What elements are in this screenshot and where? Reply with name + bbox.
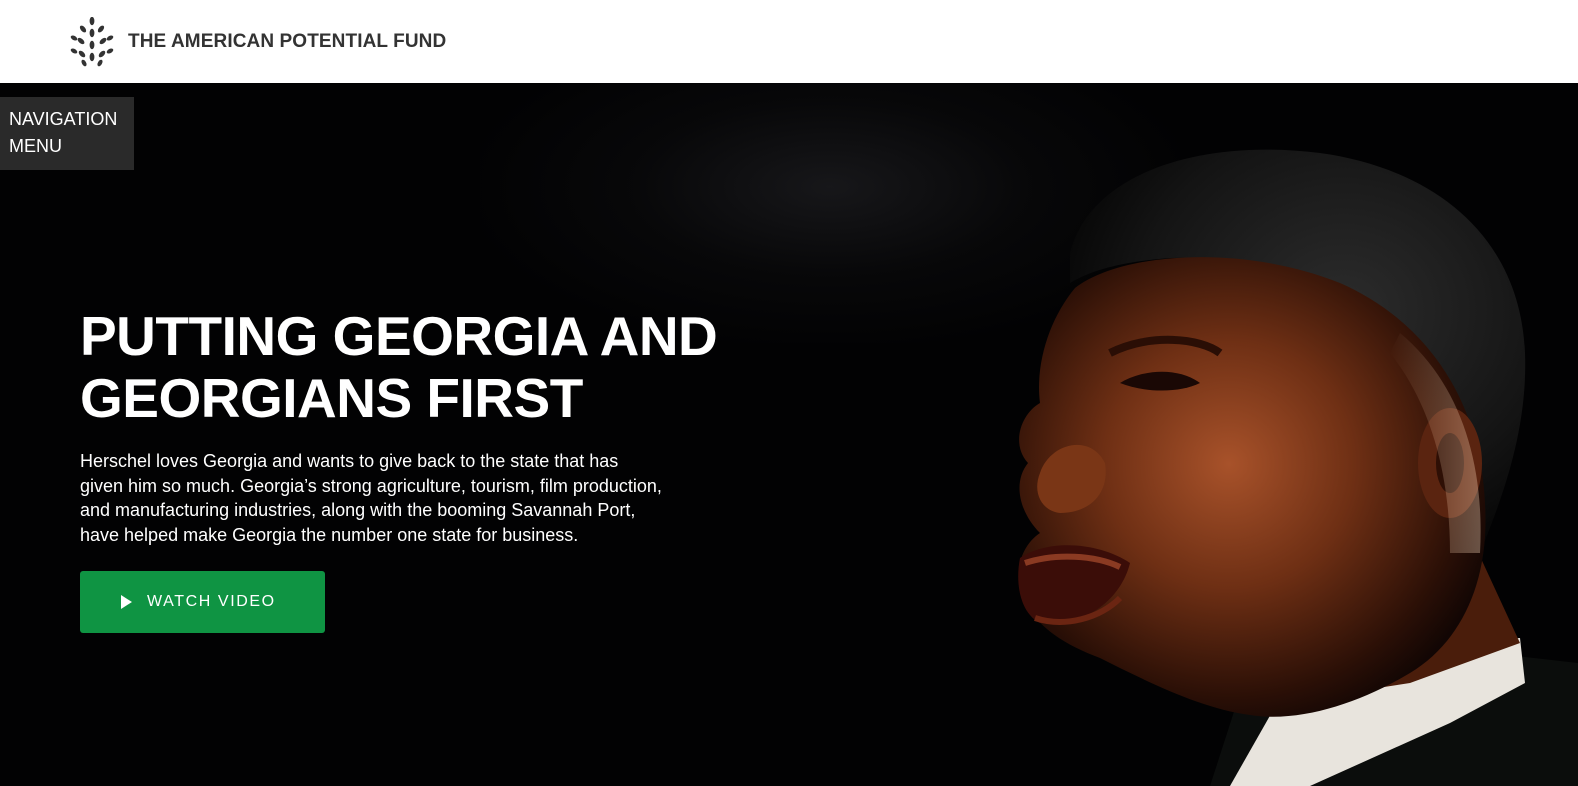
hero-description-line: and manufacturing industries, along with… — [80, 500, 636, 520]
hero-section: NAVIGATION MENU PUTTING GEORGIA AND GEOR… — [0, 83, 1578, 786]
hero-title-line2: GEORGIANS FIRST — [80, 367, 583, 429]
play-icon — [121, 595, 132, 609]
hero-description-line: Herschel loves Georgia and wants to give… — [80, 451, 619, 471]
site-header: THE AMERICAN POTENTIAL FUND — [0, 0, 1578, 83]
page: THE AMERICAN POTENTIAL FUND NAVIGATION M… — [0, 0, 1578, 786]
hero-description-line: have helped make Georgia the number one … — [80, 524, 579, 545]
brand-home-link[interactable]: THE AMERICAN POTENTIAL FUND — [69, 16, 447, 67]
navigation-menu-label-line2: MENU — [9, 136, 62, 156]
hero-portrait-image — [1018, 149, 1578, 786]
brand-name: THE AMERICAN POTENTIAL FUND — [128, 30, 447, 52]
navigation-menu-button[interactable]: NAVIGATION MENU — [0, 97, 134, 170]
hero-text-block: PUTTING GEORGIA AND GEORGIANS FIRST Hers… — [80, 305, 760, 547]
wheat-sprig-icon — [70, 16, 114, 66]
watch-video-label: WATCH VIDEO — [147, 593, 276, 610]
navigation-menu-label-line1: NAVIGATION — [9, 109, 118, 129]
hero-description-line: given him so much. Georgia’s strong agri… — [80, 475, 662, 496]
watch-video-button[interactable]: WATCH VIDEO — [80, 571, 325, 633]
hero-title-line1: PUTTING GEORGIA AND — [80, 305, 718, 367]
hero-title: PUTTING GEORGIA AND GEORGIANS FIRST — [80, 305, 760, 429]
hero-description: Herschel loves Georgia and wants to give… — [80, 449, 730, 547]
